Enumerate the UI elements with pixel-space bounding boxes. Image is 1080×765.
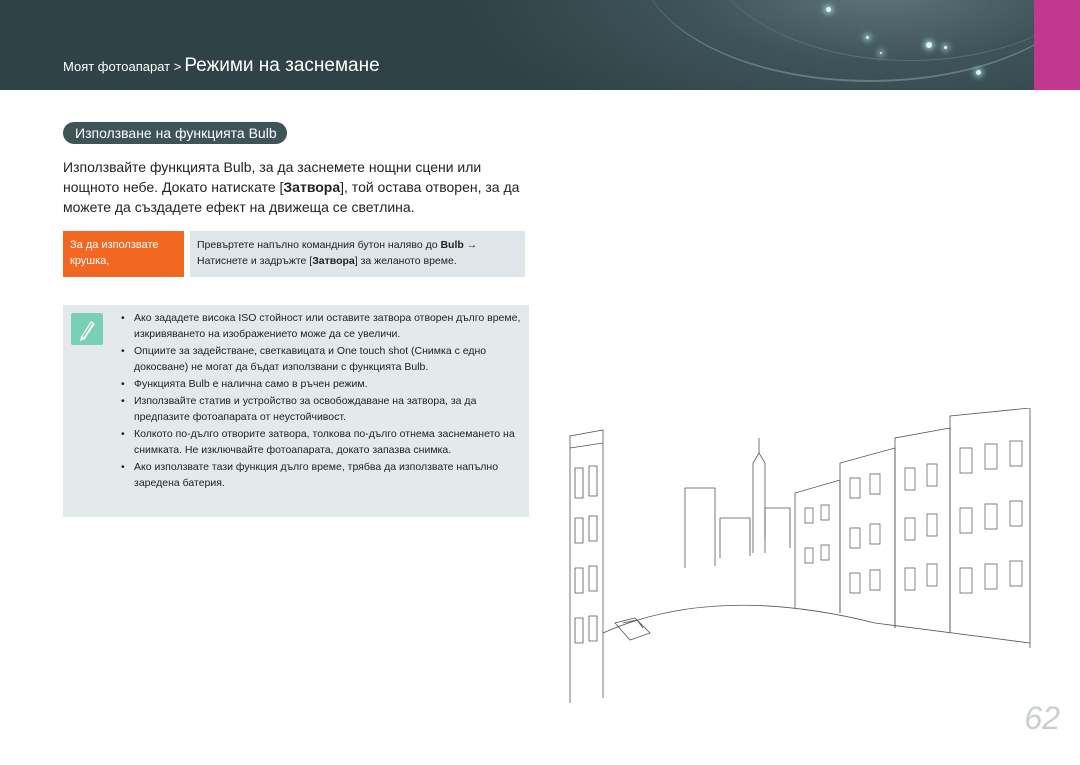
step-bold: Bulb xyxy=(440,239,464,251)
sparkle-decoration xyxy=(926,42,932,48)
howto-table: За да използвате крушка, Превъртете напъ… xyxy=(63,231,525,277)
list-item: • Ако зададете висока ISO стойност или ос… xyxy=(121,312,521,340)
shutter-key-label: Затвора xyxy=(283,179,341,195)
notes-box: • Ако зададете висока ISO стойност или ос… xyxy=(63,305,529,517)
chapter-tab[interactable] xyxy=(1034,0,1080,90)
notes-list: • Ако зададете висока ISO стойност или ос… xyxy=(121,310,525,492)
step-text: Превъртете напълно командния бутон наляв… xyxy=(197,239,441,251)
intro-paragraph: Използвайте функцията Bulb, за да заснем… xyxy=(63,157,523,217)
list-item: • Колкото по-дълго отворите затвора, толк… xyxy=(121,428,515,456)
howto-step-1: Превъртете напълно командния бутон наляв… xyxy=(197,237,525,253)
list-item: • Използвайте статив и устройство за осво… xyxy=(121,395,477,423)
sparkle-decoration xyxy=(826,7,831,12)
page-header: Моят фотоапарат > Режими на заснемане xyxy=(0,0,1034,90)
sparkle-decoration xyxy=(944,46,947,49)
step-bold: Затвора xyxy=(312,255,355,267)
breadcrumb-parent[interactable]: Моят фотоапарат > xyxy=(63,59,181,74)
step-text: ] за желаното време. xyxy=(354,255,457,267)
howto-step-2: Натиснете и задръжте [Затвора] за желано… xyxy=(197,253,525,269)
list-item: • Функцията Bulb е налична само в ръчен р… xyxy=(121,378,368,390)
page-number: 62 xyxy=(1024,700,1060,736)
sparkle-decoration xyxy=(976,70,981,75)
breadcrumb-current[interactable]: Режими на заснемане xyxy=(184,55,379,76)
howto-steps: Превъртете напълно командния бутон наляв… xyxy=(190,231,525,277)
list-item: • Опциите за задействане, светкавицата и … xyxy=(121,345,487,373)
section-title: Използване на функцията Bulb xyxy=(63,122,287,144)
sparkle-decoration xyxy=(880,52,882,54)
howto-label: За да използвате крушка, xyxy=(63,231,184,277)
pencil-note-icon xyxy=(71,313,103,345)
breadcrumb: Моят фотоапарат > Режими на заснемане xyxy=(63,55,380,77)
step-text: Натиснете и задръжте [ xyxy=(197,255,313,267)
list-item: • Ако използвате тази функция дълго време… xyxy=(121,461,499,489)
sparkle-decoration xyxy=(866,36,869,39)
step-arrow: → xyxy=(463,239,478,251)
city-canal-illustration xyxy=(569,408,1031,703)
